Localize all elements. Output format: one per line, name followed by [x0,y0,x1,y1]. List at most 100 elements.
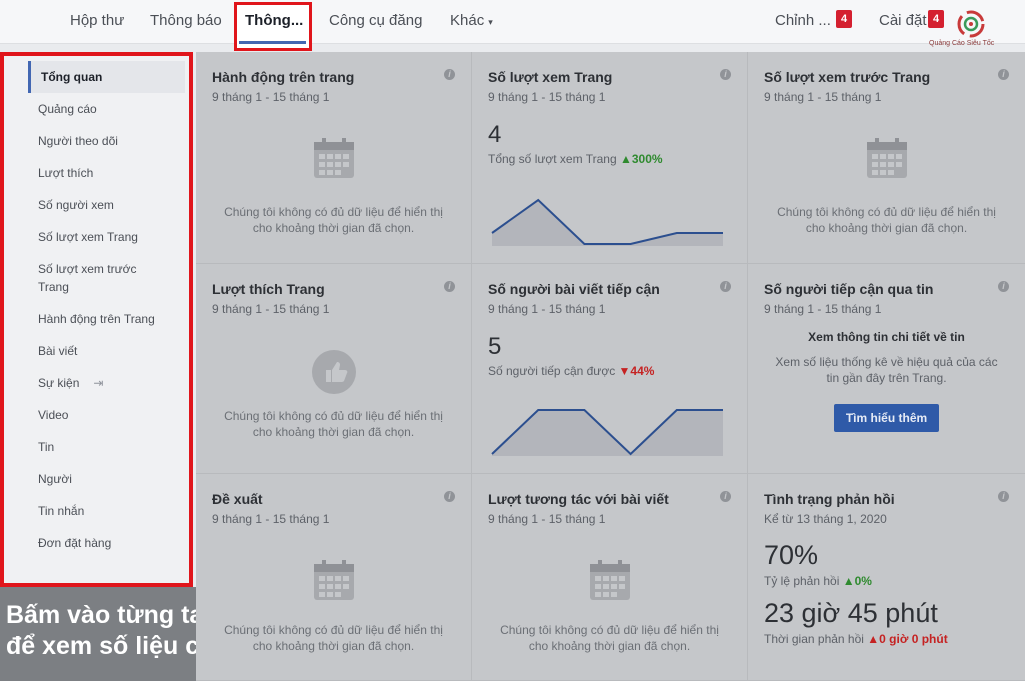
calendar-icon [589,560,630,600]
card-title: Số người tiếp cận qua tin [764,281,934,297]
card-date-range: 9 tháng 1 - 15 tháng 1 [764,90,882,104]
calendar-icon [313,138,354,178]
response-time-row: Thời gian phản hồi ▲0 giờ 0 phút [764,632,1009,646]
sidebar-item-likes[interactable]: Lượt thích [38,164,93,182]
card-post-reach[interactable]: Số người bài viết tiếp cận 9 tháng 1 - 1… [472,264,748,474]
card-response-status[interactable]: Tình trạng phản hồi Kể từ 13 tháng 1, 20… [748,474,1025,681]
info-icon[interactable]: i [998,491,1009,502]
learn-more-button[interactable]: Tìm hiểu thêm [834,404,939,432]
response-rate-change: ▲0% [842,574,872,588]
sidebar-item-events[interactable]: Sự kiện ⇥ [38,374,103,392]
metric-change-down: ▼44% [618,364,655,378]
info-icon[interactable]: i [444,69,455,80]
promo-description: Xem số liệu thống kê về hiệu quả của các… [775,355,998,385]
card-date-range: 9 tháng 1 - 15 tháng 1 [212,302,330,316]
sidebar-item-people[interactable]: Người [38,470,72,488]
insights-sidebar: Tổng quan Quảng cáo Người theo dõi Lượt … [0,52,193,587]
response-time-label: Thời gian phản hồi [764,632,864,646]
tab-publishing-tools[interactable]: Công cụ đăng [329,12,422,29]
card-title: Số lượt xem Trang [488,69,613,85]
brand-logo-text: Quảng Cáo Siêu Tốc [929,40,995,47]
brand-logo-icon [957,10,985,38]
card-title: Số lượt xem trước Trang [764,69,931,85]
empty-state-message: Chúng tôi không có đủ dữ liệu để hiển th… [500,623,719,653]
sidebar-item-page-previews[interactable]: Số lượt xem trước Trang [38,260,158,296]
calendar-icon [313,560,354,600]
card-title: Lượt tương tác với bài viết [488,491,669,507]
insights-overview-grid: Hành động trên trang 9 tháng 1 - 15 thán… [196,52,1025,681]
card-page-actions[interactable]: Hành động trên trang 9 tháng 1 - 15 thán… [196,52,472,264]
top-nav: Hộp thư Thông báo Thông... Công cụ đăng … [0,0,1025,51]
sidebar-item-videos[interactable]: Video [38,406,68,424]
tab-edit[interactable]: Chỉnh ... [775,12,831,29]
empty-state-message: Chúng tôi không có đủ dữ liệu để hiển th… [777,205,996,235]
sidebar-item-overview[interactable]: Tổng quan [28,61,185,93]
promo-title: Xem thông tin chi tiết về tin [808,330,965,344]
card-title: Đề xuất [212,491,263,507]
info-icon[interactable]: i [998,281,1009,292]
card-title: Hành động trên trang [212,69,355,85]
response-rate-value: 70% [764,540,819,570]
sidebar-item-messages[interactable]: Tin nhắn [38,502,84,520]
empty-state-message: Chúng tôi không có đủ dữ liệu để hiển th… [224,205,443,235]
tab-active-underline [239,41,306,44]
info-icon[interactable]: i [998,69,1009,80]
empty-state-message: Chúng tôi không có đủ dữ liệu để hiển th… [224,623,443,653]
edit-badge: 4 [836,10,852,28]
sidebar-item-stories[interactable]: Tin [38,438,54,456]
info-icon[interactable]: i [720,281,731,292]
metric-label: Tổng số lượt xem Trang [488,152,617,166]
external-link-icon: ⇥ [93,376,104,390]
info-icon[interactable]: i [720,491,731,502]
empty-state-message: Chúng tôi không có đủ dữ liệu để hiển th… [224,409,443,439]
chevron-down-icon: ▾ [488,17,493,27]
tab-settings[interactable]: Cài đặt [879,12,927,29]
sidebar-item-page-actions[interactable]: Hành động trên Trang [38,310,155,328]
card-date-range: 9 tháng 1 - 15 tháng 1 [488,512,606,526]
calendar-icon [866,138,907,178]
sidebar-item-orders[interactable]: Đơn đặt hàng [38,534,111,552]
metric-label-row: Số người tiếp cận được ▼44% [488,364,731,378]
tab-inbox[interactable]: Hộp thư [70,12,124,29]
sidebar-item-posts[interactable]: Bài viết [38,342,77,360]
card-post-engagement[interactable]: Lượt tương tác với bài viết 9 tháng 1 - … [472,474,748,681]
card-date-range: 9 tháng 1 - 15 tháng 1 [212,90,330,104]
response-rate-row: Tỷ lệ phản hồi ▲0% [764,574,1009,588]
info-icon[interactable]: i [720,69,731,80]
card-page-previews[interactable]: Số lượt xem trước Trang 9 tháng 1 - 15 t… [748,52,1025,264]
card-page-views[interactable]: Số lượt xem Trang 9 tháng 1 - 15 tháng 1… [472,52,748,264]
metric-label: Số người tiếp cận được [488,364,616,378]
card-date-range: 9 tháng 1 - 15 tháng 1 [488,302,606,316]
card-recommendations[interactable]: Đề xuất 9 tháng 1 - 15 tháng 1 i Chúng t… [196,474,472,681]
response-time-change: ▲0 giờ 0 phút [867,632,948,646]
page-views-sparkline [491,198,723,246]
metric-value: 4 [488,121,502,148]
metric-label-row: Tổng số lượt xem Trang ▲300% [488,152,731,166]
tab-notifications[interactable]: Thông báo [150,12,222,29]
post-reach-sparkline [491,409,723,456]
sidebar-item-events-label: Sự kiện [38,376,80,390]
tab-more[interactable]: Khác ▾ [450,12,493,29]
thumbs-up-icon [311,350,356,394]
card-page-likes[interactable]: Lượt thích Trang 9 tháng 1 - 15 tháng 1 … [196,264,472,474]
sparkline-area [492,200,723,246]
sidebar-item-followers[interactable]: Người theo dõi [38,132,118,150]
card-title: Lượt thích Trang [212,281,325,297]
metric-value: 5 [488,333,502,360]
sidebar-item-reach[interactable]: Số người xem [38,196,114,214]
tab-insights[interactable]: Thông... [245,12,303,29]
card-date-range: 9 tháng 1 - 15 tháng 1 [212,512,330,526]
card-title: Số người bài viết tiếp cận [488,281,660,297]
info-icon[interactable]: i [444,281,455,292]
card-date-range: 9 tháng 1 - 15 tháng 1 [764,302,882,316]
card-title: Tình trạng phản hồi [764,491,895,507]
card-date-range: 9 tháng 1 - 15 tháng 1 [488,90,606,104]
sidebar-item-page-views[interactable]: Số lượt xem Trang [38,228,138,246]
card-story-reach[interactable]: Số người tiếp cận qua tin 9 tháng 1 - 15… [748,264,1025,474]
info-icon[interactable]: i [444,491,455,502]
settings-badge: 4 [928,10,944,28]
sidebar-item-ads[interactable]: Quảng cáo [38,100,97,118]
response-rate-label: Tỷ lệ phản hồi [764,574,840,588]
metric-change-up: ▲300% [619,152,663,166]
response-time-value: 23 giờ 45 phút [764,598,938,628]
